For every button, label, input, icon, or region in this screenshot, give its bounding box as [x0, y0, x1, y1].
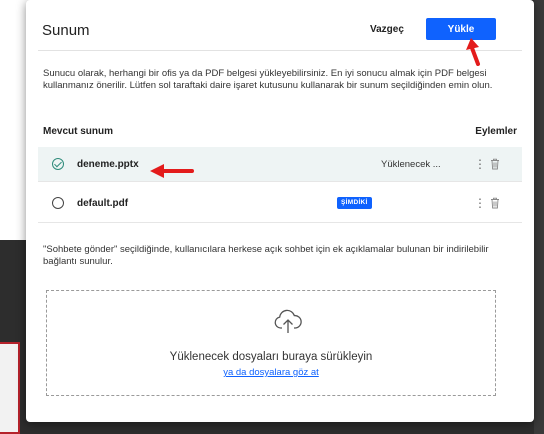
column-header-actions: Eylemler [475, 126, 517, 137]
upload-status: Yüklenecek ... [381, 158, 441, 170]
annotation-arrow [150, 164, 194, 178]
kebab-menu-icon[interactable]: ⋮ [474, 197, 486, 209]
row-divider [38, 222, 522, 223]
presentation-row-selected[interactable]: deneme.pptx Yüklenecek ... ⋮ [38, 147, 522, 181]
dialog-description: Sunucu olarak, herhangi bir ofis ya da P… [43, 68, 493, 91]
radio-empty-icon[interactable] [52, 197, 64, 209]
trash-icon[interactable] [488, 157, 502, 171]
kebab-menu-icon[interactable]: ⋮ [474, 158, 486, 170]
trash-icon[interactable] [488, 196, 502, 210]
cancel-button[interactable]: Vazgeç [366, 22, 408, 37]
column-header-current: Mevcut sunum [43, 126, 114, 137]
background-red-box [0, 342, 20, 434]
presentation-row[interactable]: default.pdf ŞİMDİKİ ⋮ [38, 186, 522, 220]
dropzone-text: Yüklenecek dosyaları buraya sürükleyin [169, 351, 373, 363]
background-right-panel [534, 0, 544, 434]
browse-files-link[interactable]: ya da dosyalara göz at [47, 367, 495, 378]
annotation-arrow [466, 38, 480, 66]
file-dropzone[interactable]: Yüklenecek dosyaları buraya sürükleyin y… [46, 290, 496, 396]
share-note: "Sohbete gönder" seçildiğinde, kullanıcı… [43, 244, 489, 267]
file-name: deneme.pptx [77, 158, 139, 170]
cloud-upload-icon [274, 309, 302, 333]
header-divider [38, 50, 522, 51]
dialog-title: Sunum [42, 22, 90, 39]
presentation-upload-dialog: Sunum Vazgeç Yükle Sunucu olarak, herhan… [26, 0, 534, 422]
current-badge: ŞİMDİKİ [337, 197, 372, 209]
file-name: default.pdf [77, 197, 129, 209]
row-divider [38, 181, 522, 182]
check-circle-icon[interactable] [52, 158, 64, 170]
